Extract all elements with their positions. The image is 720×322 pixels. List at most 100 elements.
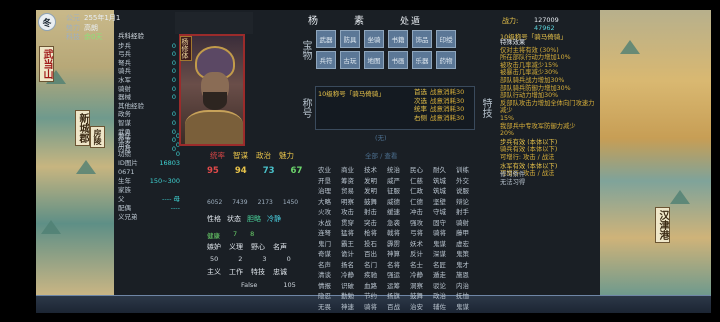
skill-cell[interactable]: 神算 (387, 250, 406, 259)
skill-cell[interactable]: 突击 (364, 219, 383, 228)
skill-cell[interactable]: 运筹 (387, 282, 406, 291)
skill-cell[interactable]: 鬼谋 (433, 240, 452, 249)
skill-cell[interactable]: 施恩 (456, 271, 475, 280)
treasure-slot[interactable]: 乐器 (412, 51, 432, 69)
map-label-xincheng[interactable]: 新城郡 (75, 110, 90, 146)
skill-cell[interactable]: 名将 (387, 261, 406, 270)
skill-cell[interactable]: 统治 (387, 166, 406, 175)
treasure-slot[interactable]: 地图 (364, 51, 384, 69)
treasure-slot[interactable]: 坐骑 (364, 30, 384, 48)
skill-cell[interactable]: 疾驰 (364, 271, 383, 280)
skill-cell[interactable]: 说服 (456, 187, 475, 196)
skill-cell[interactable]: 奇谋 (318, 250, 337, 259)
skill-cell[interactable]: 攻击 (341, 208, 360, 217)
skill-cell[interactable]: 百出 (364, 250, 383, 259)
treasure-slot[interactable]: 书画 (388, 51, 408, 69)
skill-cell[interactable]: 骑将 (364, 303, 383, 312)
skill-cell[interactable]: 水战 (318, 219, 337, 228)
skill-cell[interactable]: 守城 (433, 208, 452, 217)
map-label-hanjin[interactable]: 汉津港 (655, 207, 670, 243)
skill-cell[interactable]: 戟将 (387, 229, 406, 238)
skill-cell[interactable]: 火攻 (318, 208, 337, 217)
skill-cell[interactable]: 扬名 (341, 261, 360, 270)
skill-cell[interactable]: 鬼策 (456, 250, 475, 259)
skill-cell[interactable]: 名匠 (433, 261, 452, 270)
skill-cell[interactable]: 威德 (387, 198, 406, 207)
skill-cell[interactable]: 大略 (318, 198, 337, 207)
treasure-slot[interactable]: 武器 (316, 30, 336, 48)
skill-cell[interactable]: 发明 (364, 187, 383, 196)
skill-cell[interactable]: 驳论 (433, 282, 452, 291)
treasure-slot[interactable]: 饰品 (412, 30, 432, 48)
skill-cell[interactable]: 治理 (318, 187, 337, 196)
map-label-wudang[interactable]: 武当山 (39, 46, 54, 82)
treasure-slot[interactable]: 药物 (436, 51, 456, 69)
skill-cell[interactable]: 神速 (341, 303, 360, 312)
skill-cell[interactable]: 商业 (341, 166, 360, 175)
skill-cell[interactable]: 虚宏 (456, 240, 475, 249)
skill-cell[interactable]: 深谋 (433, 250, 452, 259)
skill-cell[interactable]: 耐久 (433, 166, 452, 175)
skill-cell[interactable]: 节约 (364, 292, 383, 301)
skill-cell[interactable]: 射手 (456, 208, 475, 217)
skill-cell[interactable]: 骑将 (433, 229, 452, 238)
treasure-slot[interactable]: 书籍 (388, 30, 408, 48)
skill-cell[interactable]: 贸易 (341, 187, 360, 196)
skill-cell[interactable]: 缓速 (387, 208, 406, 217)
skill-cell[interactable]: 反计 (410, 250, 429, 259)
skill-cell[interactable]: 鼓舞 (364, 198, 383, 207)
skill-cell[interactable]: 鼓舞 (410, 292, 429, 301)
skill-cell[interactable]: 强运 (387, 271, 406, 280)
skill-cell[interactable]: 名声 (318, 261, 337, 270)
skill-cell[interactable]: 猛将 (341, 229, 360, 238)
skill-cell[interactable]: 枪将 (364, 229, 383, 238)
skill-cell[interactable]: 冷静 (410, 271, 429, 280)
skill-cell[interactable]: 名门 (364, 261, 383, 270)
skill-cell[interactable]: 百战 (387, 303, 406, 312)
skill-cell[interactable]: 清谈 (318, 271, 337, 280)
skill-cell[interactable]: 急袭 (387, 219, 406, 228)
skill-cell[interactable]: 筑城 (433, 177, 452, 186)
skill-cell[interactable]: 血路 (364, 282, 383, 291)
skill-cell[interactable]: 扬旗 (387, 292, 406, 301)
skill-cell[interactable]: 筹资 (341, 177, 360, 186)
skill-cell[interactable]: 辩论 (456, 198, 475, 207)
skill-cell[interactable]: 妖术 (410, 240, 429, 249)
skill-cell[interactable]: 仁政 (410, 187, 429, 196)
treasure-slot[interactable]: 防具 (340, 30, 360, 48)
skill-cell[interactable]: 开垦 (318, 177, 337, 186)
treasure-slot[interactable]: 印绶 (436, 30, 456, 48)
skill-cell[interactable]: 辅佐 (433, 303, 452, 312)
skill-cell[interactable]: 鬼才 (456, 261, 475, 270)
skill-cell[interactable]: 技术 (364, 166, 383, 175)
skill-cell[interactable]: 明察 (341, 198, 360, 207)
title-view-all-button[interactable]: 全部 / 查看 (365, 150, 397, 160)
skill-cell[interactable]: 固守 (433, 219, 452, 228)
skill-cell[interactable]: 冷静 (341, 271, 360, 280)
skill-cell[interactable]: 抚恤 (456, 292, 475, 301)
skill-cell[interactable]: 投石 (364, 240, 383, 249)
skill-cell[interactable]: 霹雳 (387, 240, 406, 249)
skill-cell[interactable]: 仁德 (410, 198, 429, 207)
skill-cell[interactable]: 鬼门 (318, 240, 337, 249)
skill-cell[interactable]: 内治 (456, 282, 475, 291)
map-label-fangling[interactable]: 房陵 (90, 126, 105, 148)
skill-cell[interactable]: 霸王 (341, 240, 360, 249)
skill-cell[interactable]: 隐忍 (318, 292, 337, 301)
skill-cell[interactable]: 外交 (456, 177, 475, 186)
treasure-slot[interactable]: 兵符 (316, 51, 336, 69)
treasure-slot[interactable]: 古玩 (340, 51, 360, 69)
skill-cell[interactable]: 政治 (433, 292, 452, 301)
skill-cell[interactable]: 征服 (387, 187, 406, 196)
skill-cell[interactable]: 勤勉 (341, 292, 360, 301)
skill-cell[interactable]: 洞察 (410, 282, 429, 291)
skill-cell[interactable]: 诡计 (341, 250, 360, 259)
skill-cell[interactable]: 冲击 (410, 208, 429, 217)
skill-cell[interactable]: 鬼谋 (456, 303, 475, 312)
skill-cell[interactable]: 藤甲 (456, 229, 475, 238)
skill-cell[interactable]: 名士 (410, 261, 429, 270)
skill-cell[interactable]: 贯穿 (341, 219, 360, 228)
skill-cell[interactable]: 坚壁 (433, 198, 452, 207)
skill-cell[interactable]: 遁走 (433, 271, 452, 280)
skill-cell[interactable]: 骑射 (456, 219, 475, 228)
